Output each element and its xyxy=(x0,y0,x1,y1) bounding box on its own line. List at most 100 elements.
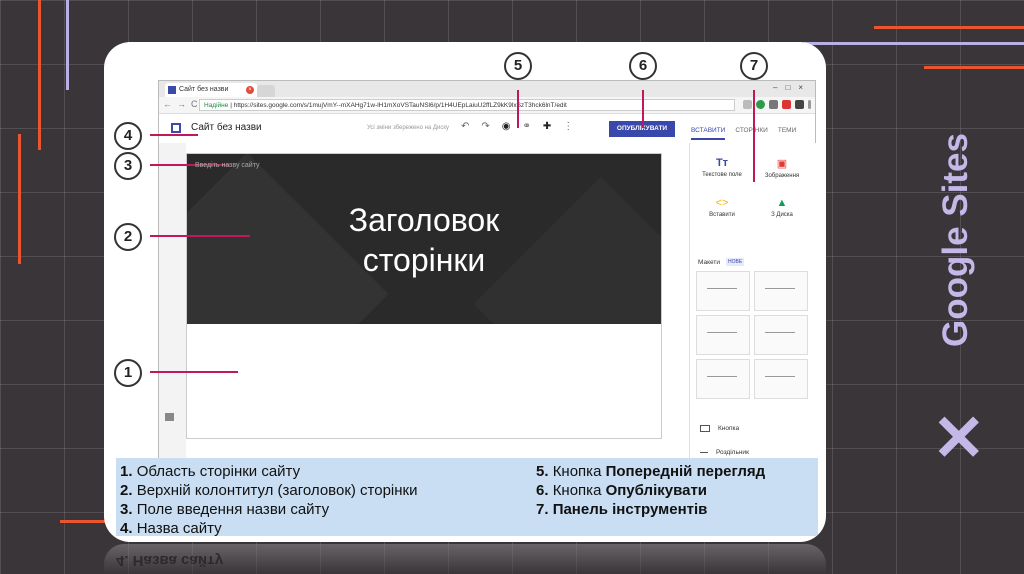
address-bar-row: ←→C Надійне | https://sites.google.com/s… xyxy=(159,97,815,114)
page-title[interactable]: Заголовок сторінки xyxy=(187,200,661,280)
insert-panel: Tт Текстове поле ▣ Зображення <> Вставит… xyxy=(689,143,816,481)
legend-right: 5. Кнопка Попередній перегляд 6. Кнопка … xyxy=(536,462,765,519)
deco-line xyxy=(18,134,21,264)
extension-icon[interactable] xyxy=(782,100,791,109)
tool-label: З Диска xyxy=(771,212,793,218)
callout-line xyxy=(150,371,238,373)
preview-eye-icon[interactable]: ◉ xyxy=(502,121,511,132)
legend: 1. Область сторінки сайту 2. Верхній кол… xyxy=(116,458,818,538)
legend-num: 7. xyxy=(536,501,549,518)
callout-line xyxy=(642,90,644,128)
legend-text: Поле введення назви сайту xyxy=(136,501,330,518)
left-margin xyxy=(159,143,186,481)
legend-left: 1. Область сторінки сайту 2. Верхній кол… xyxy=(120,462,417,538)
text-box-icon: Tт xyxy=(715,157,729,169)
side-title: Google Sites xyxy=(916,80,996,410)
divider-icon xyxy=(700,451,708,453)
legend-item: 4. Назва сайту xyxy=(120,519,417,538)
panel-item-divider[interactable]: Роздільник xyxy=(700,449,749,456)
extension-icon[interactable] xyxy=(795,100,804,109)
legend-num: 1. xyxy=(120,463,133,480)
layout-thumb[interactable] xyxy=(696,359,750,399)
redo-icon[interactable]: ↷ xyxy=(481,121,489,132)
browser-tab[interactable]: Сайт без назви × xyxy=(165,83,257,97)
layout-thumb[interactable] xyxy=(754,315,808,355)
layouts-label: Макети xyxy=(698,259,721,266)
browser-window: Сайт без назви × –□× ←→C Надійне | https… xyxy=(158,80,816,482)
layout-thumb[interactable] xyxy=(754,359,808,399)
slide-card: Сайт без назви × –□× ←→C Надійне | https… xyxy=(104,42,826,542)
extension-icon[interactable] xyxy=(769,100,778,109)
panel-item-label: Роздільник xyxy=(716,449,749,456)
nav-buttons[interactable]: ←→C xyxy=(163,99,203,109)
legend-item: 5. Кнопка Попередній перегляд xyxy=(536,462,765,481)
link-icon[interactable]: ⚭ xyxy=(523,121,531,132)
legend-num: 6. xyxy=(536,482,549,499)
window-controls[interactable]: –□× xyxy=(773,83,811,92)
callout-5: 5 xyxy=(504,52,532,80)
tool-label: Текстове поле xyxy=(702,172,742,178)
legend-item: 3. Поле введення назви сайту xyxy=(120,500,417,519)
close-x-icon: ✕ xyxy=(932,402,986,474)
legend-text: Кнопка xyxy=(552,463,606,480)
tool-text-box[interactable]: Tт Текстове поле xyxy=(692,157,752,178)
undo-icon[interactable]: ↶ xyxy=(461,121,469,132)
layout-thumb[interactable] xyxy=(754,271,808,311)
panel-item-label: Кнопка xyxy=(718,425,740,433)
deco-line xyxy=(66,0,69,90)
legend-bold: Панель інструментів xyxy=(552,501,708,518)
callout-7: 7 xyxy=(740,52,768,80)
embed-icon: <> xyxy=(715,197,729,209)
new-tab-button[interactable] xyxy=(257,85,275,97)
feedback-icon[interactable] xyxy=(165,413,174,421)
panel-tabs: ВСТАВИТИ СТОРІНКИ ТЕМИ xyxy=(691,127,796,140)
page-header[interactable]: Введіть назву сайту Заголовок сторінки xyxy=(187,154,661,324)
legend-text: Назва сайту xyxy=(136,520,222,537)
card-reflection: 4. Назва сайту xyxy=(104,544,826,574)
sites-toolbar: Сайт без назви Усі зміни збережено на Ди… xyxy=(159,113,815,143)
deco-line xyxy=(38,0,41,150)
star-icon[interactable] xyxy=(743,100,752,109)
tab-themes[interactable]: ТЕМИ xyxy=(778,127,796,140)
callout-3: 3 xyxy=(114,152,142,180)
legend-num: 4. xyxy=(120,520,133,537)
reflection-text: 4. Назва сайту xyxy=(116,552,224,569)
callout-line xyxy=(150,134,198,136)
panel-item-button[interactable]: Кнопка xyxy=(700,425,739,432)
menu-icon[interactable] xyxy=(808,100,811,109)
legend-bold: Попередній перегляд xyxy=(605,463,766,480)
legend-num: 5. xyxy=(536,463,549,480)
page-title-line2: сторінки xyxy=(362,242,486,278)
tab-insert[interactable]: ВСТАВИТИ xyxy=(691,127,726,140)
tool-label: Вставити xyxy=(709,212,735,218)
tool-drive[interactable]: ▲ З Диска xyxy=(752,197,812,218)
tab-strip: Сайт без назви × –□× xyxy=(159,81,815,97)
more-icon[interactable]: ⋮ xyxy=(563,121,573,132)
close-tab-icon[interactable]: × xyxy=(246,86,254,94)
callout-4: 4 xyxy=(114,122,142,150)
browser-tab-title: Сайт без назви xyxy=(179,86,229,93)
legend-item: 2. Верхній колонтитул (заголовок) сторін… xyxy=(120,481,417,500)
sites-logo-icon xyxy=(171,123,181,133)
legend-bold: Опублікувати xyxy=(605,482,708,499)
tab-pages[interactable]: СТОРІНКИ xyxy=(735,127,768,140)
layout-thumb[interactable] xyxy=(696,271,750,311)
url-field[interactable]: Надійне | https://sites.google.com/s/1mu… xyxy=(199,99,735,111)
legend-item: 7. Панель інструментів xyxy=(536,500,765,519)
tool-label: Зображення xyxy=(764,173,800,179)
deco-line xyxy=(804,42,1024,45)
callout-2: 2 xyxy=(114,223,142,251)
page-area[interactable]: Введіть назву сайту Заголовок сторінки xyxy=(186,153,662,439)
tool-image[interactable]: ▣ Зображення xyxy=(752,157,812,179)
site-name-input[interactable]: Введіть назву сайту xyxy=(195,162,259,169)
tool-embed[interactable]: <> Вставити xyxy=(692,197,752,218)
callout-line xyxy=(753,90,755,182)
saved-status: Усі зміни збережено на Диску xyxy=(367,125,450,131)
layout-thumb[interactable] xyxy=(696,315,750,355)
share-user-icon[interactable]: ✚ xyxy=(543,121,551,132)
legend-item: 6. Кнопка Опублікувати xyxy=(536,481,765,500)
extension-icon[interactable] xyxy=(756,100,765,109)
callout-1: 1 xyxy=(114,359,142,387)
legend-text: Область сторінки сайту xyxy=(136,463,301,480)
site-name[interactable]: Сайт без назви xyxy=(191,122,262,133)
